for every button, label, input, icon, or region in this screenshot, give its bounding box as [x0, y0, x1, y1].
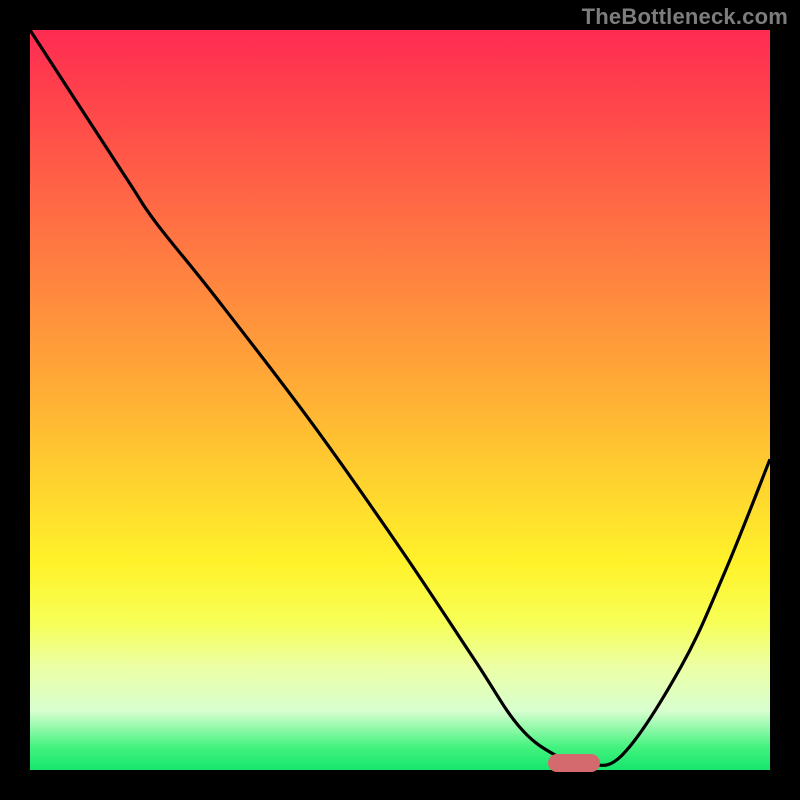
chart-plot-area — [30, 30, 770, 770]
sweet-spot-marker — [548, 754, 600, 772]
bottleneck-curve — [30, 30, 770, 770]
watermark-text: TheBottleneck.com — [582, 4, 788, 30]
chart-frame: TheBottleneck.com — [0, 0, 800, 800]
curve-path — [30, 30, 770, 765]
